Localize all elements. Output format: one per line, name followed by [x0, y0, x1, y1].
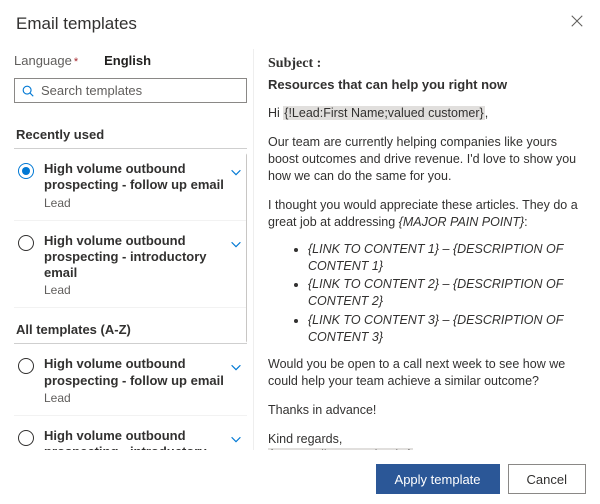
chevron-down-icon[interactable] — [229, 432, 243, 446]
template-text: High volume outbound prospecting - follo… — [44, 356, 229, 405]
list-item: {LINK TO CONTENT 2} – {DESCRIPTION OF CO… — [308, 276, 580, 310]
body-paragraph: I thought you would appreciate these art… — [268, 197, 580, 231]
greeting-line: Hi {!Lead:First Name;valued customer}, — [268, 105, 580, 122]
body-paragraph: Our team are currently helping companies… — [268, 134, 580, 185]
template-entity: Lead — [44, 391, 225, 405]
body-paragraph: Would you be open to a call next week to… — [268, 356, 580, 390]
cancel-button[interactable]: Cancel — [508, 464, 586, 494]
template-name: High volume outbound prospecting - follo… — [44, 161, 225, 194]
signoff-line: Kind regards, — [268, 431, 580, 448]
pain-point-placeholder: {MAJOR PAIN POINT} — [399, 215, 525, 229]
radio-button[interactable] — [18, 358, 34, 374]
section-all-templates: All templates (A-Z) — [14, 316, 247, 344]
list-item: {LINK TO CONTENT 3} – {DESCRIPTION OF CO… — [308, 312, 580, 346]
merge-field-lead-name: {!Lead:First Name;valued customer} — [283, 106, 484, 120]
template-name: High volume outbound prospecting - intro… — [44, 233, 225, 282]
template-item[interactable]: High volume outbound prospecting - intro… — [14, 416, 247, 450]
subject-label: Subject : — [268, 55, 580, 74]
section-recently-used: Recently used — [14, 121, 247, 149]
content-links-list: {LINK TO CONTENT 1} – {DESCRIPTION OF CO… — [308, 241, 580, 346]
template-name: High volume outbound prospecting - follo… — [44, 356, 225, 389]
section-label: All templates (A-Z) — [16, 322, 131, 337]
template-entity: Lead — [44, 196, 225, 210]
template-list[interactable]: Recently used High volume outbound prosp… — [14, 113, 247, 450]
list-item: {LINK TO CONTENT 1} – {DESCRIPTION OF CO… — [308, 241, 580, 275]
radio-button[interactable] — [18, 163, 34, 179]
section-label: Recently used — [16, 127, 104, 142]
template-text: High volume outbound prospecting - follo… — [44, 161, 229, 210]
preview-panel: Subject : Resources that can help you ri… — [254, 49, 586, 450]
scrollbar[interactable] — [246, 153, 247, 343]
template-item[interactable]: High volume outbound prospecting - follo… — [14, 344, 247, 416]
template-text: High volume outbound prospecting - intro… — [44, 233, 229, 298]
greeting-pre: Hi — [268, 106, 283, 120]
chevron-down-icon[interactable] — [229, 165, 243, 179]
dialog-footer: Apply template Cancel — [14, 450, 586, 494]
apply-template-button[interactable]: Apply template — [376, 464, 500, 494]
template-item[interactable]: High volume outbound prospecting - intro… — [14, 221, 247, 309]
template-name: High volume outbound prospecting - intro… — [44, 428, 225, 450]
template-entity: Lead — [44, 283, 225, 297]
subject-value: Resources that can help you right now — [268, 76, 580, 94]
dialog-body: Language* English Recently used High vol… — [14, 48, 586, 450]
template-text: High volume outbound prospecting - intro… — [44, 428, 229, 450]
language-label: Language* — [14, 53, 78, 68]
search-box[interactable] — [14, 78, 247, 103]
p2-c: : — [524, 215, 527, 229]
search-input[interactable] — [41, 83, 240, 98]
body-paragraph: Thanks in advance! — [268, 402, 580, 419]
greeting-post: , — [485, 106, 488, 120]
template-item[interactable]: High volume outbound prospecting - follo… — [14, 149, 247, 221]
email-templates-dialog: Email templates Language* English Recent… — [0, 0, 600, 504]
language-row: Language* English — [14, 49, 247, 78]
radio-button[interactable] — [18, 430, 34, 446]
search-icon — [21, 84, 35, 98]
language-value[interactable]: English — [104, 53, 151, 68]
dialog-header: Email templates — [14, 10, 586, 48]
close-icon[interactable] — [570, 14, 584, 28]
radio-button[interactable] — [18, 235, 34, 251]
dialog-title: Email templates — [16, 14, 137, 34]
left-panel: Language* English Recently used High vol… — [14, 49, 254, 450]
chevron-down-icon[interactable] — [229, 237, 243, 251]
chevron-down-icon[interactable] — [229, 360, 243, 374]
